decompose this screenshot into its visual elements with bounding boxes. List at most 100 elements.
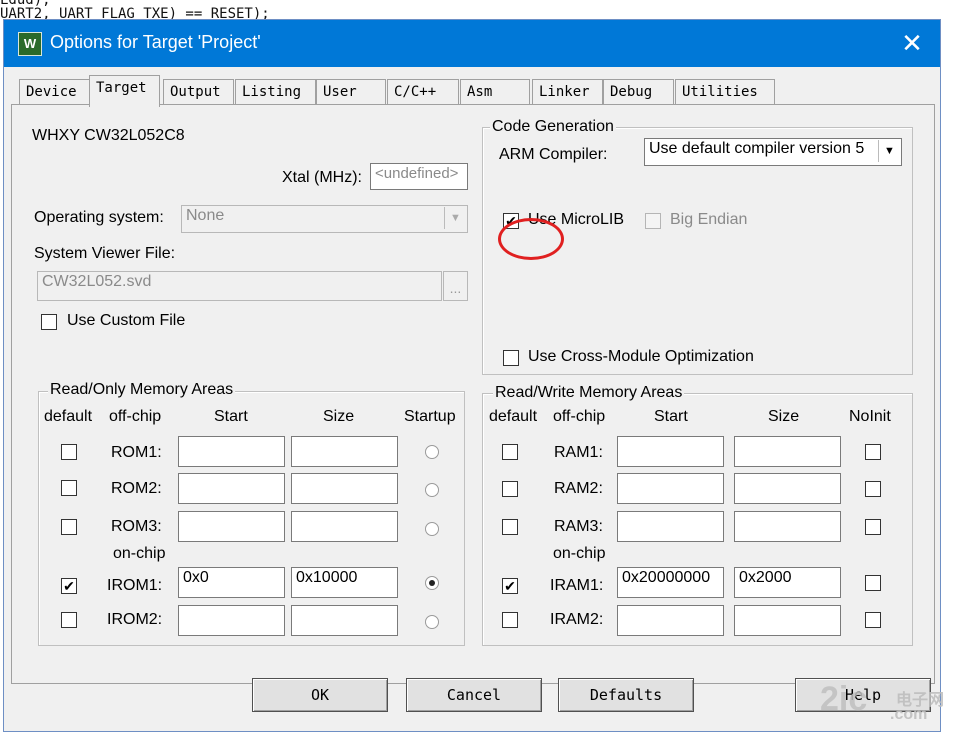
ok-button[interactable]: OK <box>252 678 388 712</box>
tab-target[interactable]: Target <box>89 75 160 107</box>
iram1-default-checkbox[interactable]: ✔ <box>502 578 518 594</box>
cancel-button[interactable]: Cancel <box>406 678 542 712</box>
use-custom-file-label: Use Custom File <box>67 312 186 329</box>
title-bar[interactable]: W Options for Target 'Project' ✕ <box>4 20 940 67</box>
ram3-label: RAM3: <box>554 518 603 535</box>
irom1-startup-radio[interactable] <box>425 576 439 590</box>
tab-utilities[interactable]: Utilities <box>675 79 775 105</box>
ram3-noinit-checkbox[interactable] <box>865 519 881 535</box>
ram3-default-checkbox[interactable] <box>502 519 518 535</box>
ram-header-size: Size <box>768 408 800 425</box>
tab-debug[interactable]: Debug <box>603 79 674 105</box>
ram1-default-checkbox[interactable] <box>502 444 518 460</box>
irom1-start-input[interactable]: 0x0 <box>178 567 285 598</box>
window-title: Options for Target 'Project' <box>50 32 261 52</box>
rom2-label: ROM2: <box>111 480 162 497</box>
big-endian-label: Big Endian <box>670 211 748 228</box>
big-endian-checkbox[interactable] <box>645 213 661 229</box>
irom2-label: IROM2: <box>107 611 163 628</box>
use-custom-file-checkbox[interactable] <box>41 314 57 330</box>
code-generation-title: Code Generation <box>490 118 616 136</box>
rom-header-offchip: off-chip <box>109 408 162 425</box>
xtal-input[interactable]: <undefined> <box>370 163 468 190</box>
rom3-start-input[interactable] <box>178 511 285 542</box>
ram1-noinit-checkbox[interactable] <box>865 444 881 460</box>
close-icon[interactable]: ✕ <box>892 26 932 60</box>
ram2-noinit-checkbox[interactable] <box>865 481 881 497</box>
iram2-start-input[interactable] <box>617 605 724 636</box>
iram1-start-input[interactable]: 0x20000000 <box>617 567 724 598</box>
ram2-start-input[interactable] <box>617 473 724 504</box>
tab-asm[interactable]: Asm <box>460 79 530 105</box>
iram2-default-checkbox[interactable] <box>502 612 518 628</box>
browse-button[interactable]: ... <box>443 271 468 301</box>
ram1-size-input[interactable] <box>734 436 841 467</box>
rom2-startup-radio[interactable] <box>425 483 439 497</box>
rom-header-default: default <box>44 408 93 425</box>
rom1-default-checkbox[interactable] <box>61 444 77 460</box>
rom-onchip-label: on-chip <box>113 545 166 562</box>
rom1-size-input[interactable] <box>291 436 398 467</box>
rom2-start-input[interactable] <box>178 473 285 504</box>
rom3-startup-radio[interactable] <box>425 522 439 536</box>
tab-linker[interactable]: Linker <box>532 79 603 105</box>
watermark-logo: 2ic <box>820 680 868 718</box>
rom3-label: ROM3: <box>111 518 162 535</box>
rom2-size-input[interactable] <box>291 473 398 504</box>
iram2-label: IRAM2: <box>550 611 604 628</box>
rom1-label: ROM1: <box>111 444 162 461</box>
iram2-noinit-checkbox[interactable] <box>865 612 881 628</box>
tab-user[interactable]: User <box>316 79 386 105</box>
rom3-default-checkbox[interactable] <box>61 519 77 535</box>
watermark-domain: .com <box>890 706 928 723</box>
svd-file-input[interactable]: CW32L052.svd <box>37 271 442 301</box>
chevron-down-icon[interactable]: ▼ <box>878 140 900 162</box>
device-name: WHXY CW32L052C8 <box>32 127 185 144</box>
rom3-size-input[interactable] <box>291 511 398 542</box>
ram1-label: RAM1: <box>554 444 603 461</box>
ram3-size-input[interactable] <box>734 511 841 542</box>
defaults-button[interactable]: Defaults <box>558 678 694 712</box>
ram-header-offchip: off-chip <box>553 408 606 425</box>
rom-header-size: Size <box>323 408 355 425</box>
irom2-start-input[interactable] <box>178 605 285 636</box>
rom-header-startup: Startup <box>404 408 456 425</box>
os-select-value: None <box>186 207 225 224</box>
irom1-label: IROM1: <box>107 577 163 594</box>
tab-output[interactable]: Output <box>163 79 234 105</box>
tab-label: Asm <box>467 84 493 100</box>
os-select[interactable]: None ▼ <box>181 205 468 233</box>
rom-areas-title: Read/Only Memory Areas <box>48 381 236 399</box>
irom1-size-input[interactable]: 0x10000 <box>291 567 398 598</box>
iram1-size-input[interactable]: 0x2000 <box>734 567 841 598</box>
irom2-startup-radio[interactable] <box>425 615 439 629</box>
irom1-default-checkbox[interactable]: ✔ <box>61 578 77 594</box>
chevron-down-icon[interactable]: ▼ <box>444 207 466 229</box>
tab-c-cpp[interactable]: C/C++ <box>387 79 459 105</box>
rom2-default-checkbox[interactable] <box>61 480 77 496</box>
tab-label: Target <box>96 80 147 96</box>
os-label: Operating system: <box>34 209 164 226</box>
rom1-startup-radio[interactable] <box>425 445 439 459</box>
xtal-label: Xtal (MHz): <box>282 169 362 186</box>
tab-listing[interactable]: Listing <box>235 79 316 105</box>
arm-compiler-label: ARM Compiler: <box>499 146 608 163</box>
ram2-default-checkbox[interactable] <box>502 481 518 497</box>
rom1-start-input[interactable] <box>178 436 285 467</box>
ram3-start-input[interactable] <box>617 511 724 542</box>
rom-header-start: Start <box>214 408 248 425</box>
arm-compiler-select[interactable]: Use default compiler version 5 ▼ <box>644 138 902 166</box>
cross-module-optimization-checkbox[interactable] <box>503 350 519 366</box>
ram1-start-input[interactable] <box>617 436 724 467</box>
svd-label: System Viewer File: <box>34 245 176 262</box>
iram2-size-input[interactable] <box>734 605 841 636</box>
tab-label: User <box>323 84 357 100</box>
irom2-size-input[interactable] <box>291 605 398 636</box>
ram2-size-input[interactable] <box>734 473 841 504</box>
ram-header-default: default <box>489 408 538 425</box>
tab-label: Utilities <box>682 84 758 100</box>
irom2-default-checkbox[interactable] <box>61 612 77 628</box>
iram1-noinit-checkbox[interactable] <box>865 575 881 591</box>
tab-device[interactable]: Device <box>19 79 90 105</box>
ram2-label: RAM2: <box>554 480 603 497</box>
